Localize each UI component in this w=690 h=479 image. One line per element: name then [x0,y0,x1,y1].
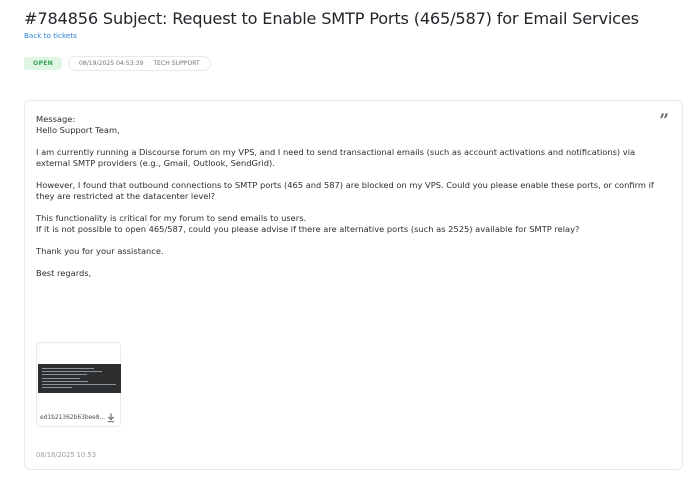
message-body: Message: Hello Support Team, I am curren… [36,114,666,279]
ticket-department: TECH SUPPORT [153,60,200,67]
message-greeting: Hello Support Team, [36,125,120,135]
message-thanks: Thank you for your assistance. [36,246,164,256]
message-paragraph: If it is not possible to open 465/587, c… [36,224,580,234]
page-title: #784856 Subject: Request to Enable SMTP … [24,9,639,28]
ticket-meta: OPEN 08/19/2025 04:53:39 TECH SUPPORT [24,56,211,71]
back-to-tickets-link[interactable]: Back to tickets [24,31,77,40]
message-closing: Best regards, [36,268,92,278]
ticket-datetime: 08/19/2025 04:53:39 [79,60,144,67]
ticket-info-pill: 08/19/2025 04:53:39 TECH SUPPORT [68,56,211,71]
download-icon[interactable] [107,413,115,425]
attachment-filename: ed1b21362b63bee8... [40,415,106,421]
attachment-thumbnail[interactable] [38,364,121,393]
message-paragraph: I am currently running a Discourse forum… [36,147,636,168]
status-badge: OPEN [24,57,62,70]
message-paragraph: This functionality is critical for my fo… [36,213,307,223]
message-label: Message: [36,114,76,124]
message-card: ” Message: Hello Support Team, I am curr… [24,100,683,470]
attachment-file-row: ed1b21362b63bee8... [37,413,120,425]
message-paragraph: However, I found that outbound connectio… [36,180,654,201]
message-timestamp: 08/18/2025 10:53 [36,451,96,459]
attachment-card[interactable]: ed1b21362b63bee8... [36,342,121,427]
